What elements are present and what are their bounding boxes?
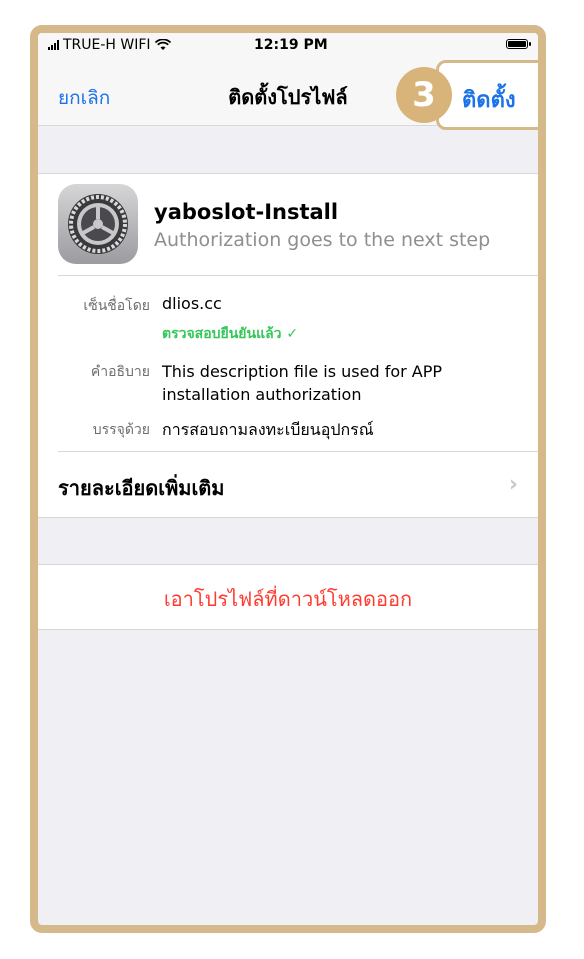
install-button[interactable]: ติดตั้ง — [462, 82, 516, 117]
more-details-label: รายละเอียดเพิ่มเติม — [58, 476, 225, 500]
more-details-row[interactable]: รายละเอียดเพิ่มเติม › — [58, 472, 518, 504]
battery-icon — [506, 39, 531, 49]
description-value: This description file is used for APP in… — [162, 362, 443, 404]
status-time: 12:19 PM — [254, 37, 328, 53]
profile-subtitle: Authorization goes to the next step — [154, 229, 491, 251]
step-number-badge: 3 — [396, 67, 452, 123]
wifi-icon — [154, 39, 171, 50]
carrier-info: TRUE-H WIFI — [48, 37, 171, 53]
profile-card: yaboslot-Install Authorization goes to t… — [38, 173, 538, 518]
phone-frame: TRUE-H WIFI 12:19 PM ยกเลิก ติดตั้งโปรไฟ… — [30, 25, 546, 933]
verified-badge: ตรวจสอบยืนยันแล้ว ✓ — [162, 326, 299, 342]
settings-gear-icon — [58, 184, 138, 264]
signed-by-label: เซ็นชื่อโดย — [83, 298, 150, 314]
description-label: คำอธิบาย — [90, 364, 150, 380]
carrier-name: TRUE-H WIFI — [63, 37, 151, 53]
signed-by-value: dlios.cc — [162, 294, 222, 313]
profile-header: yaboslot-Install Authorization goes to t… — [38, 174, 538, 274]
contains-value: การสอบถามลงทะเบียนอุปกรณ์ — [162, 420, 374, 439]
profile-name: yaboslot-Install — [154, 200, 339, 224]
contains-label: บรรจุด้วย — [92, 422, 150, 438]
divider — [58, 451, 538, 452]
remove-downloaded-profile-button[interactable]: เอาโปรไฟล์ที่ดาวน์โหลดออก — [38, 583, 538, 615]
status-bar: TRUE-H WIFI 12:19 PM — [38, 33, 538, 55]
chevron-right-icon: › — [508, 472, 518, 497]
remove-profile-card: เอาโปรไฟล์ที่ดาวน์โหลดออก — [38, 564, 538, 630]
divider — [58, 275, 538, 276]
signal-icon — [48, 40, 59, 50]
navigation-bar: ยกเลิก ติดตั้งโปรไฟล์ 3 ติดตั้ง — [38, 55, 538, 130]
